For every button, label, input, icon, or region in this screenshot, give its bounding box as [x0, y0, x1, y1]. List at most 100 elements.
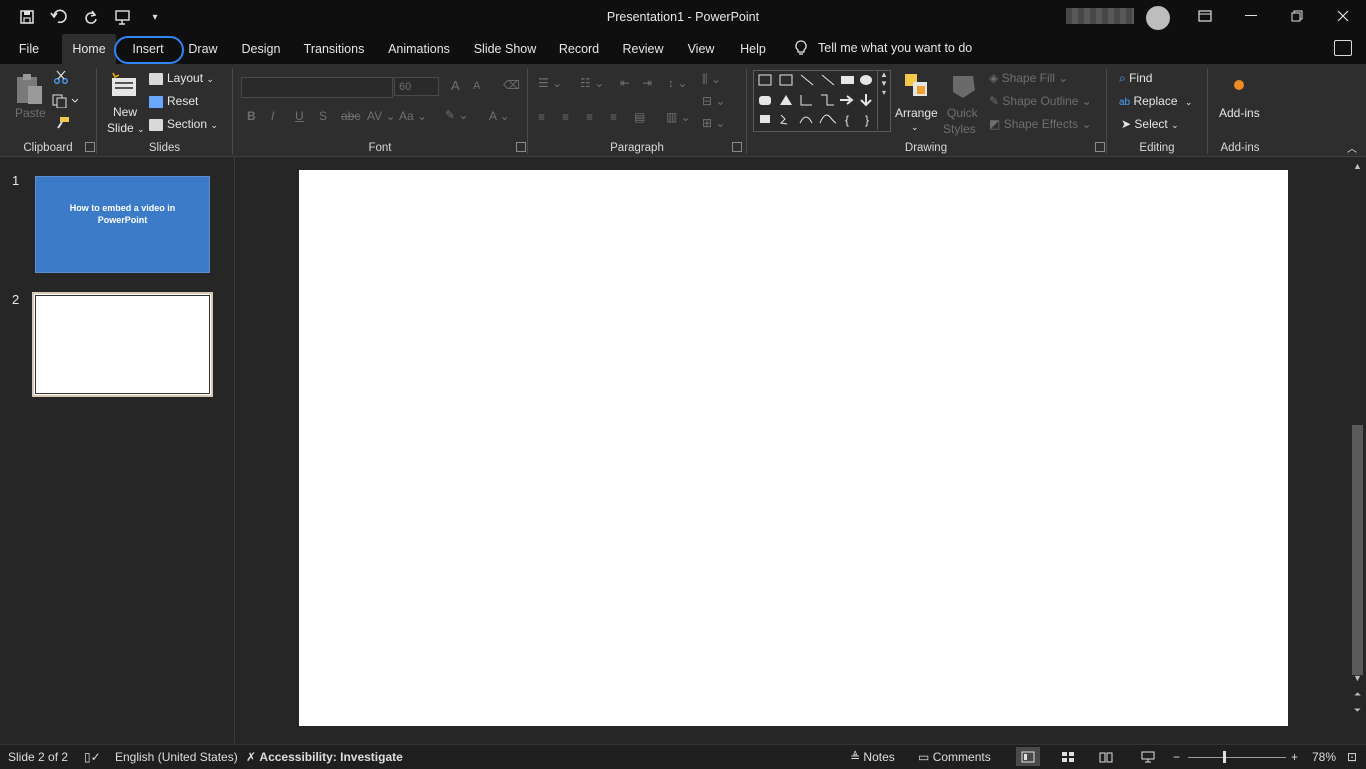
- find-button[interactable]: ⌕ Find: [1119, 71, 1152, 86]
- tab-animations[interactable]: Animations: [380, 34, 458, 64]
- quick-styles-icon[interactable]: [949, 72, 979, 105]
- collapse-ribbon-icon[interactable]: ︿: [1347, 140, 1357, 155]
- zoom-slider-thumb[interactable]: [1223, 751, 1226, 763]
- shadow-button[interactable]: S: [319, 109, 327, 123]
- select-button[interactable]: ➤ Select ⌄: [1121, 117, 1179, 131]
- spelling-icon[interactable]: ▯✓: [84, 750, 101, 764]
- zoom-out-button[interactable]: −: [1173, 750, 1180, 764]
- zoom-level[interactable]: 78%: [1312, 750, 1336, 764]
- columns-icon[interactable]: ▥ ⌄: [666, 110, 691, 124]
- account-name[interactable]: [1066, 8, 1134, 24]
- new-slide-button[interactable]: Slide ⌄: [107, 121, 145, 135]
- clear-formatting-icon[interactable]: ⌫: [503, 78, 520, 92]
- shapes-scroll[interactable]: ▲ ▼ ▾: [877, 70, 890, 130]
- tab-record[interactable]: Record: [552, 34, 606, 64]
- reset-button[interactable]: Reset: [149, 94, 198, 108]
- grow-font-button[interactable]: A: [451, 78, 460, 93]
- tab-home[interactable]: Home: [62, 34, 116, 64]
- layout-button[interactable]: Layout ⌄: [149, 71, 214, 85]
- drawing-dialog-launcher[interactable]: [1095, 142, 1105, 152]
- shape-outline-button[interactable]: ✎ Shape Outline ⌄: [989, 94, 1092, 108]
- fit-to-window-icon[interactable]: ⊡: [1347, 750, 1357, 764]
- line-spacing-icon[interactable]: ↕ ⌄: [668, 76, 687, 90]
- shape-fill-button[interactable]: ◈ Shape Fill ⌄: [989, 71, 1068, 85]
- arrange-icon[interactable]: [903, 72, 931, 103]
- tab-transitions[interactable]: Transitions: [298, 34, 370, 64]
- font-dialog-launcher[interactable]: [516, 142, 526, 152]
- shape-effects-button[interactable]: ◩ Shape Effects ⌄: [989, 117, 1092, 131]
- justify-icon[interactable]: ≡: [610, 110, 617, 124]
- ribbon-display-icon[interactable]: [1182, 0, 1228, 32]
- language-status[interactable]: English (United States): [115, 750, 238, 764]
- font-family-select[interactable]: [241, 77, 393, 98]
- comments-button[interactable]: ▭ Comments: [918, 750, 991, 764]
- scroll-down-icon[interactable]: ▼: [1352, 673, 1363, 684]
- customize-qat-icon[interactable]: ▾: [144, 6, 166, 28]
- new-slide-label-1[interactable]: New: [113, 105, 137, 119]
- bold-button[interactable]: B: [247, 109, 256, 123]
- align-center-icon[interactable]: ≡: [562, 110, 569, 124]
- accessibility-button[interactable]: ✗ Accessibility: Investigate: [246, 750, 403, 764]
- cut-icon[interactable]: [54, 70, 68, 87]
- scroll-up-icon[interactable]: ▲: [1352, 161, 1363, 172]
- reading-view-icon[interactable]: [1094, 747, 1118, 766]
- decrease-indent-icon[interactable]: ⇤: [620, 76, 630, 90]
- italic-button[interactable]: I: [271, 109, 274, 123]
- shapes-gallery[interactable]: {}: [753, 70, 891, 132]
- quick-styles-label-2[interactable]: Styles: [943, 122, 976, 136]
- scroll-thumb[interactable]: [1352, 425, 1363, 675]
- section-button[interactable]: Section ⌄: [149, 117, 218, 131]
- font-size-select[interactable]: 60: [394, 77, 439, 96]
- distributed-icon[interactable]: ▤: [634, 110, 645, 124]
- tab-design[interactable]: Design: [236, 34, 286, 64]
- format-painter-icon[interactable]: [54, 116, 70, 133]
- tab-view[interactable]: View: [680, 34, 722, 64]
- restore-icon[interactable]: [1274, 0, 1320, 32]
- normal-view-icon[interactable]: [1016, 747, 1040, 766]
- undo-icon[interactable]: [48, 6, 70, 28]
- slide-sorter-icon[interactable]: [1056, 747, 1080, 766]
- align-right-icon[interactable]: ≡: [586, 110, 593, 124]
- font-color-button[interactable]: A ⌄: [489, 109, 510, 123]
- notes-button[interactable]: ≜ Notes: [850, 750, 895, 764]
- tab-slide-show[interactable]: Slide Show: [468, 34, 542, 64]
- tab-file[interactable]: File: [10, 34, 48, 64]
- vertical-scrollbar[interactable]: ▲ ▼ ⏶ ⏷: [1349, 157, 1366, 743]
- addins-button[interactable]: Add-ins: [1219, 106, 1260, 120]
- slide-thumbnail-2[interactable]: [32, 292, 213, 397]
- new-slide-icon[interactable]: [109, 72, 139, 103]
- tell-me-search[interactable]: Tell me what you want to do: [794, 40, 972, 56]
- redo-icon[interactable]: [80, 6, 102, 28]
- minimize-icon[interactable]: [1228, 0, 1274, 32]
- tab-help[interactable]: Help: [732, 34, 774, 64]
- copy-icon[interactable]: [52, 94, 79, 111]
- increase-indent-icon[interactable]: ⇥: [642, 76, 652, 90]
- shrink-font-button[interactable]: A: [473, 80, 480, 92]
- previous-slide-icon[interactable]: ⏶: [1352, 689, 1363, 700]
- save-icon[interactable]: [16, 6, 38, 28]
- slide-canvas[interactable]: [299, 170, 1288, 726]
- smartart-icon[interactable]: ⊞ ⌄: [702, 116, 725, 130]
- comments-pane-icon[interactable]: [1334, 40, 1352, 56]
- change-case-icon[interactable]: Aa ⌄: [399, 109, 427, 123]
- align-left-icon[interactable]: ≡: [538, 110, 545, 124]
- bullets-icon[interactable]: ☰ ⌄: [538, 76, 562, 90]
- addins-icon[interactable]: [1234, 80, 1244, 90]
- zoom-in-button[interactable]: +: [1291, 750, 1298, 764]
- tab-draw[interactable]: Draw: [182, 34, 224, 64]
- quick-styles-label-1[interactable]: Quick: [947, 106, 978, 120]
- numbering-icon[interactable]: ☷ ⌄: [580, 76, 604, 90]
- arrange-button[interactable]: Arrange: [895, 106, 938, 120]
- close-icon[interactable]: [1320, 0, 1366, 32]
- highlight-icon[interactable]: ✎ ⌄: [445, 108, 468, 122]
- slideshow-view-icon[interactable]: [1136, 747, 1160, 766]
- avatar[interactable]: [1146, 6, 1170, 30]
- slide-thumbnail-1[interactable]: How to embed a video in PowerPoint: [35, 176, 210, 273]
- strikethrough-icon[interactable]: abc: [341, 109, 360, 123]
- present-icon[interactable]: [112, 6, 134, 28]
- tab-review[interactable]: Review: [616, 34, 670, 64]
- next-slide-icon[interactable]: ⏷: [1352, 705, 1363, 716]
- paragraph-dialog-launcher[interactable]: [732, 142, 742, 152]
- zoom-slider[interactable]: [1188, 757, 1286, 758]
- text-direction-icon[interactable]: ⫼ ⌄: [702, 72, 721, 87]
